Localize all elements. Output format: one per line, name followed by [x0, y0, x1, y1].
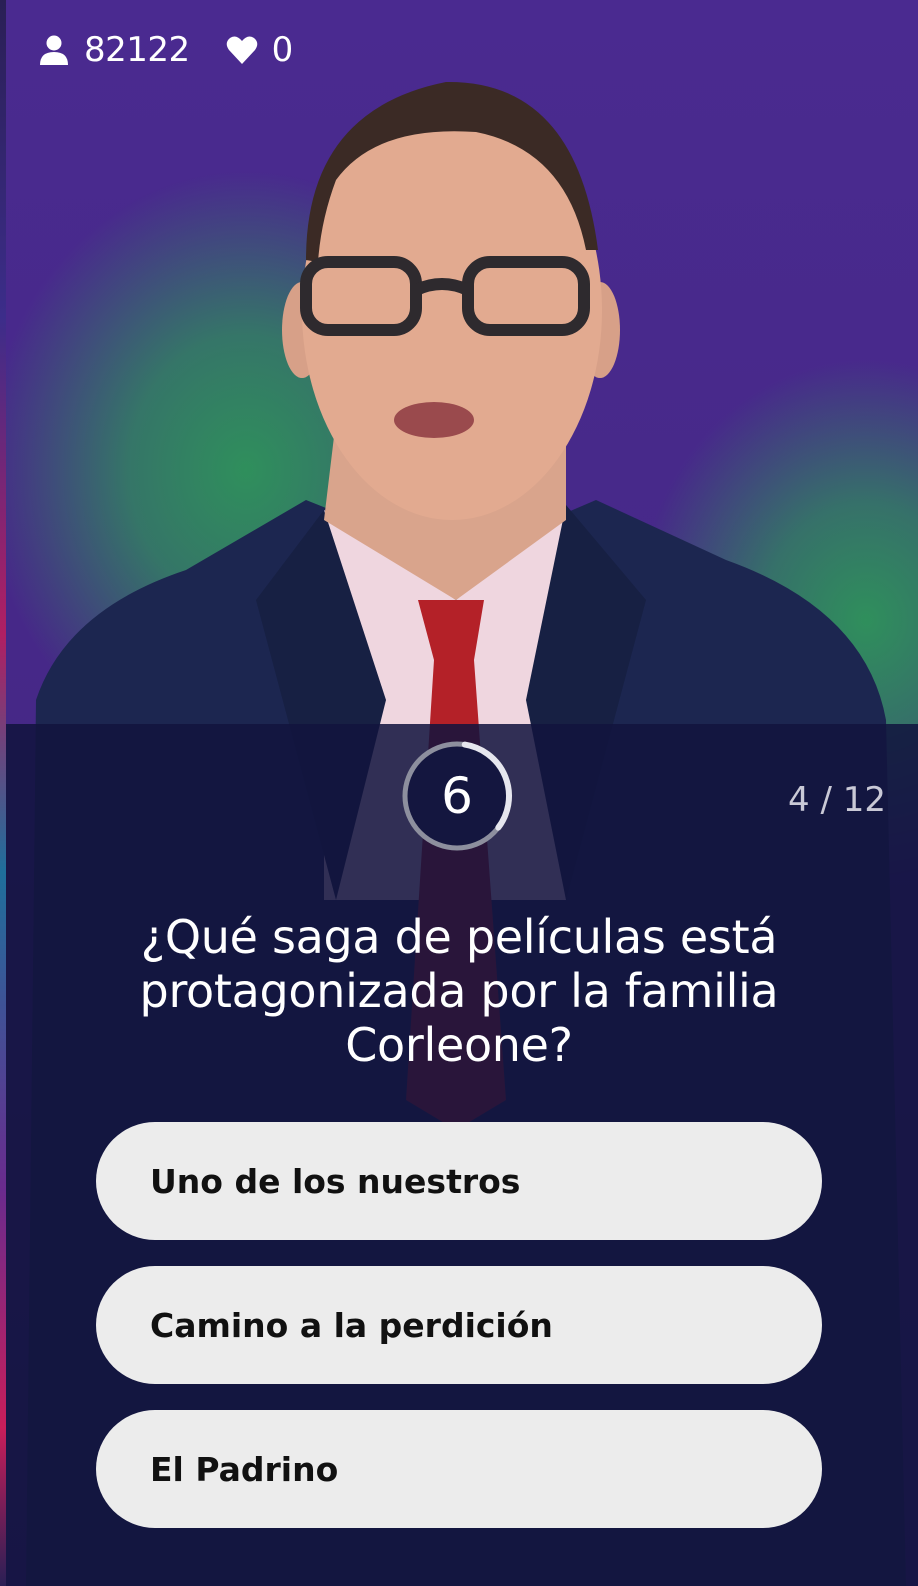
lives-count: 0 [271, 30, 294, 70]
viewers-counter: 82122 [38, 30, 190, 70]
question-progress: 4 / 12 [788, 780, 886, 820]
heart-icon [226, 36, 257, 64]
answer-option-2[interactable]: Camino a la perdición [96, 1266, 822, 1384]
question-text: ¿Qué saga de películas está protagonizad… [139, 910, 779, 1072]
lives-counter: 0 [226, 30, 293, 70]
answer-option-3[interactable]: El Padrino [96, 1410, 822, 1528]
answer-option-1[interactable]: Uno de los nuestros [96, 1122, 822, 1240]
timer-seconds: 6 [441, 767, 473, 825]
answer-list: Uno de los nuestros Camino a la perdició… [96, 1122, 822, 1554]
countdown-timer: 6 [402, 736, 522, 856]
viewers-count: 82122 [84, 30, 190, 70]
header-stats: 82122 0 [38, 30, 329, 70]
person-icon [40, 35, 68, 65]
